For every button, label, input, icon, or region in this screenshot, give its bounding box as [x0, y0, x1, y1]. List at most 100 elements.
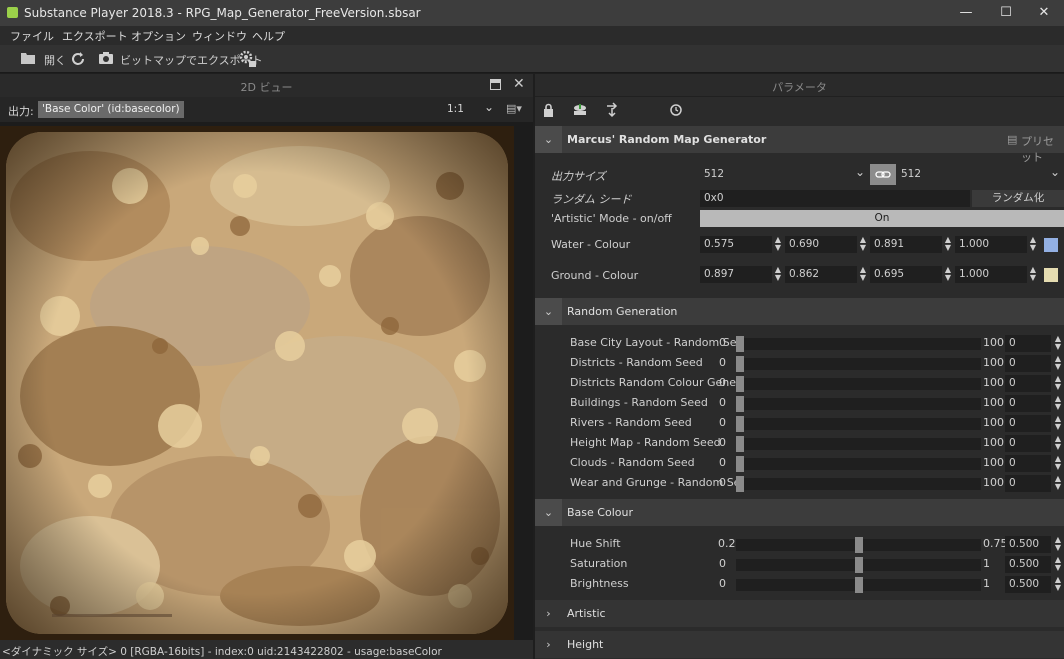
chevron-down-icon[interactable]: ⌄: [535, 499, 562, 526]
close-panel-icon[interactable]: ✕: [513, 76, 525, 92]
document-icon[interactable]: ▤: [1007, 133, 1017, 146]
spinner-arrows-icon[interactable]: ▲ ▼: [1053, 355, 1063, 372]
minimize-button[interactable]: —: [946, 2, 986, 24]
chevron-down-icon[interactable]: ⌄: [535, 126, 562, 153]
section-artistic[interactable]: › Artistic: [535, 600, 1064, 627]
slider-handle[interactable]: [736, 456, 744, 472]
randomize-button[interactable]: ランダム化: [972, 190, 1064, 207]
output-selector[interactable]: 'Base Color' (id:basecolor): [38, 101, 184, 118]
slider-handle[interactable]: [855, 577, 863, 593]
menu-help[interactable]: ヘルプ: [252, 28, 285, 44]
section-main[interactable]: ⌄ Marcus' Random Map Generator ▤ プリセット: [535, 126, 1064, 164]
slider-value-input[interactable]: 0.500: [1005, 576, 1051, 593]
water-channel-2-input[interactable]: 0.891: [870, 236, 942, 253]
settings-export-icon[interactable]: [238, 49, 258, 69]
spinner-arrows-icon[interactable]: ▲ ▼: [1053, 395, 1063, 412]
slider-track[interactable]: [736, 336, 981, 352]
spinner-arrows-icon[interactable]: ▲ ▼: [858, 236, 868, 253]
close-button[interactable]: ✕: [1024, 2, 1064, 24]
slider-track[interactable]: [736, 416, 981, 432]
camera-icon[interactable]: [98, 51, 114, 67]
chevron-down-icon[interactable]: ⌄: [535, 298, 562, 325]
chevron-right-icon[interactable]: ›: [535, 631, 562, 658]
slider-track[interactable]: [736, 577, 981, 593]
spinner-arrows-icon[interactable]: ▲ ▼: [1028, 236, 1038, 253]
slider-handle[interactable]: [736, 376, 744, 392]
slider-handle[interactable]: [855, 537, 863, 553]
spinner-arrows-icon[interactable]: ▲ ▼: [773, 266, 783, 283]
section-random-generation[interactable]: ⌄ Random Generation: [535, 298, 1064, 325]
spinner-arrows-icon[interactable]: ▲ ▼: [1053, 415, 1063, 432]
random-seed-input[interactable]: 0x0: [700, 190, 970, 207]
menu-window[interactable]: ウィンドウ: [192, 28, 247, 44]
ground-channel-3-input[interactable]: 1.000: [955, 266, 1027, 283]
spinner-arrows-icon[interactable]: ▲ ▼: [1053, 455, 1063, 472]
chevron-right-icon[interactable]: ›: [535, 600, 562, 627]
ground-channel-1-input[interactable]: 0.862: [785, 266, 857, 283]
slider-track[interactable]: [736, 537, 981, 553]
load-preset-icon[interactable]: [573, 103, 587, 120]
slider-handle[interactable]: [736, 436, 744, 452]
slider-track[interactable]: [736, 456, 981, 472]
menu-export[interactable]: エクスポート: [62, 28, 128, 44]
water-channel-0-input[interactable]: 0.575: [700, 236, 772, 253]
slider-value-input[interactable]: 0: [1005, 455, 1051, 472]
slider-track[interactable]: [736, 376, 981, 392]
reset-icon[interactable]: [669, 103, 683, 120]
refresh-icon[interactable]: [70, 51, 86, 67]
output-size-height-select[interactable]: 512: [897, 166, 1064, 183]
slider-value-input[interactable]: 0.500: [1005, 536, 1051, 553]
section-height[interactable]: › Height: [535, 631, 1064, 658]
maximize-button[interactable]: ☐: [986, 2, 1026, 24]
ground-channel-0-input[interactable]: 0.897: [700, 266, 772, 283]
spinner-arrows-icon[interactable]: ▲ ▼: [1053, 475, 1063, 492]
artistic-mode-toggle[interactable]: On: [700, 210, 1064, 227]
slider-value-input[interactable]: 0: [1005, 435, 1051, 452]
chevron-down-icon[interactable]: ⌄: [1050, 165, 1060, 179]
slider-value-input[interactable]: 0: [1005, 395, 1051, 412]
ground-channel-2-input[interactable]: 0.695: [870, 266, 942, 283]
slider-value-input[interactable]: 0.500: [1005, 556, 1051, 573]
water-colour-swatch[interactable]: [1044, 238, 1058, 252]
export-preset-icon[interactable]: [605, 102, 619, 121]
slider-value-input[interactable]: 0: [1005, 475, 1051, 492]
slider-handle[interactable]: [736, 396, 744, 412]
spinner-arrows-icon[interactable]: ▲ ▼: [1053, 435, 1063, 452]
spinner-arrows-icon[interactable]: ▲ ▼: [1053, 536, 1063, 553]
slider-handle[interactable]: [736, 356, 744, 372]
map-texture-preview[interactable]: [0, 126, 514, 640]
slider-value-input[interactable]: 0: [1005, 375, 1051, 392]
slider-value-input[interactable]: 0: [1005, 415, 1051, 432]
zoom-dropdown-icon[interactable]: ⌄: [484, 100, 494, 114]
water-channel-3-input[interactable]: 1.000: [955, 236, 1027, 253]
preset-button[interactable]: プリセット: [1021, 133, 1064, 165]
section-base-colour[interactable]: ⌄ Base Colour: [535, 499, 1064, 526]
menu-options[interactable]: オプション: [131, 28, 186, 44]
slider-track[interactable]: [736, 476, 981, 492]
spinner-arrows-icon[interactable]: ▲ ▼: [773, 236, 783, 253]
slider-track[interactable]: [736, 557, 981, 573]
spinner-arrows-icon[interactable]: ▲ ▼: [1053, 556, 1063, 573]
slider-track[interactable]: [736, 396, 981, 412]
slider-track[interactable]: [736, 436, 981, 452]
slider-value-input[interactable]: 0: [1005, 355, 1051, 372]
menu-file[interactable]: ファイル: [10, 28, 54, 44]
output-size-width-select[interactable]: 512: [700, 166, 869, 183]
spinner-arrows-icon[interactable]: ▲ ▼: [943, 266, 953, 283]
view-options-icon[interactable]: ▤▾: [506, 102, 522, 115]
ground-colour-swatch[interactable]: [1044, 268, 1058, 282]
chevron-down-icon[interactable]: ⌄: [855, 165, 865, 179]
spinner-arrows-icon[interactable]: ▲ ▼: [858, 266, 868, 283]
slider-handle[interactable]: [736, 416, 744, 432]
water-channel-1-input[interactable]: 0.690: [785, 236, 857, 253]
slider-value-input[interactable]: 0: [1005, 335, 1051, 352]
link-size-button[interactable]: [870, 164, 896, 185]
lock-icon[interactable]: [543, 103, 554, 120]
spinner-arrows-icon[interactable]: ▲ ▼: [1053, 375, 1063, 392]
spinner-arrows-icon[interactable]: ▲ ▼: [943, 236, 953, 253]
slider-handle[interactable]: [736, 336, 744, 352]
open-button[interactable]: 開く: [44, 52, 66, 68]
slider-handle[interactable]: [736, 476, 744, 492]
slider-track[interactable]: [736, 356, 981, 372]
spinner-arrows-icon[interactable]: ▲ ▼: [1028, 266, 1038, 283]
